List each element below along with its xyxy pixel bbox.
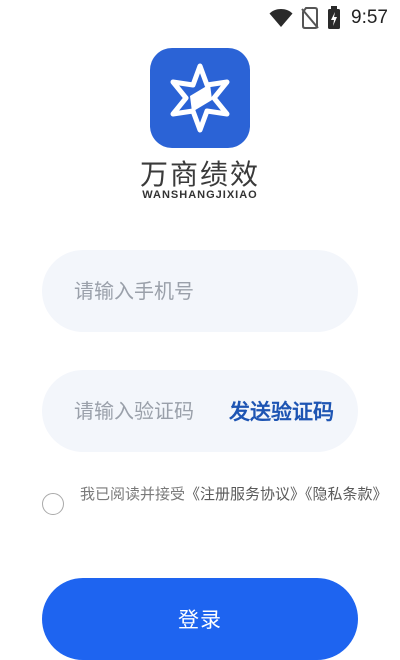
brand-pinyin: WANSHANGJIXIAO [142, 189, 258, 201]
code-field[interactable]: 发送验证码 [42, 370, 358, 452]
status-time: 9:57 [351, 7, 388, 28]
phone-field[interactable] [42, 250, 358, 332]
privacy-link[interactable]: 《隐私条款》 [305, 485, 388, 503]
logo-container [0, 48, 400, 148]
agreement-row: 我已阅读并接受《注册服务协议》《隐私条款》 [42, 484, 400, 544]
phone-input[interactable] [74, 279, 334, 303]
send-code-button[interactable]: 发送验证码 [229, 396, 334, 426]
status-icons: 9:57 [269, 6, 388, 30]
login-button[interactable]: 登录 [42, 578, 358, 660]
wifi-icon [269, 8, 293, 28]
battery-icon [327, 6, 341, 30]
agreement-checkbox[interactable] [42, 493, 64, 515]
status-bar: 9:57 [0, 0, 400, 36]
verification-code-input[interactable] [74, 399, 225, 423]
terms-link[interactable]: 《注册服务协议》 [185, 485, 305, 503]
logo-star-icon [170, 63, 230, 133]
agreement-text: 我已阅读并接受《注册服务协议》《隐私条款》 [80, 484, 400, 505]
brand-name: 万商绩效 [139, 158, 260, 191]
no-sim-icon [301, 7, 319, 29]
agreement-prefix: 我已阅读并接受 [80, 485, 186, 503]
app-logo [150, 48, 250, 148]
